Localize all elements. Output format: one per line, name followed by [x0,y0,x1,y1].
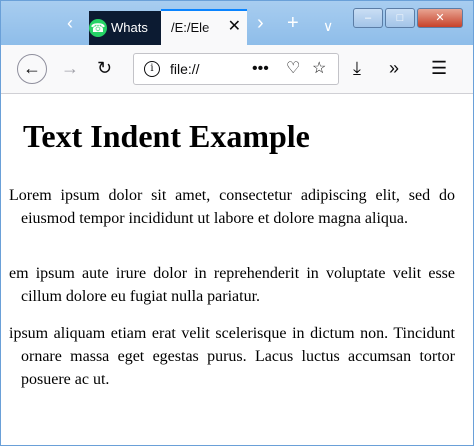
star-icon[interactable]: ☆ [312,60,326,78]
navigation-toolbar: ← → ↻ i file:// ••• ♡ ☆ ⤓ » ☰ [1,45,473,94]
url-input[interactable]: file:// [170,61,200,77]
info-icon[interactable]: i [144,61,160,77]
whatsapp-icon: ☎ [89,19,107,37]
tab-label: Whats [111,20,148,35]
arrow-left-icon[interactable]: ← [17,54,47,84]
plus-icon[interactable]: + [287,13,299,33]
paragraph-1: Lorem ipsum dolor sit amet, consectetur … [9,187,455,227]
maximize-button[interactable]: □ [385,8,415,28]
chevron-right-icon[interactable]: › [257,13,264,33]
reload-icon[interactable]: ↻ [97,58,112,78]
tab-strip: ‹ ☎ Whats /E:/Ele ✕ › + ∨ – □ ✕ [1,1,473,45]
arrow-right-icon[interactable]: → [61,58,79,78]
close-icon[interactable]: ✕ [228,17,241,37]
page-content: Text Indent Example Lorem ipsum dolor si… [1,94,473,445]
paragraph-2: em ipsum aute irure dolor in reprehender… [9,265,455,305]
chevron-left-icon[interactable]: ‹ [67,13,73,33]
more-dots-icon[interactable]: ••• [252,60,269,78]
download-icon[interactable]: ⤓ [353,58,361,78]
pocket-icon[interactable]: ♡ [286,60,300,78]
chevron-down-icon[interactable]: ∨ [323,16,333,36]
url-bar[interactable]: i file:// ••• ♡ ☆ [133,53,339,85]
window-close-button[interactable]: ✕ [417,8,463,28]
paragraph-3: ipsum aliquam etiam erat velit scelerisq… [9,325,455,388]
double-chevron-icon[interactable]: » [389,58,399,78]
browser-window: ‹ ☎ Whats /E:/Ele ✕ › + ∨ – □ ✕ ← → ↻ i … [0,0,474,446]
page-title: Text Indent Example [23,118,310,154]
tab-whatsapp[interactable]: ☎ Whats [89,11,161,45]
minimize-button[interactable]: – [353,8,383,28]
tab-current-file[interactable]: /E:/Ele ✕ [161,9,247,45]
hamburger-menu-icon[interactable]: ☰ [431,58,447,78]
